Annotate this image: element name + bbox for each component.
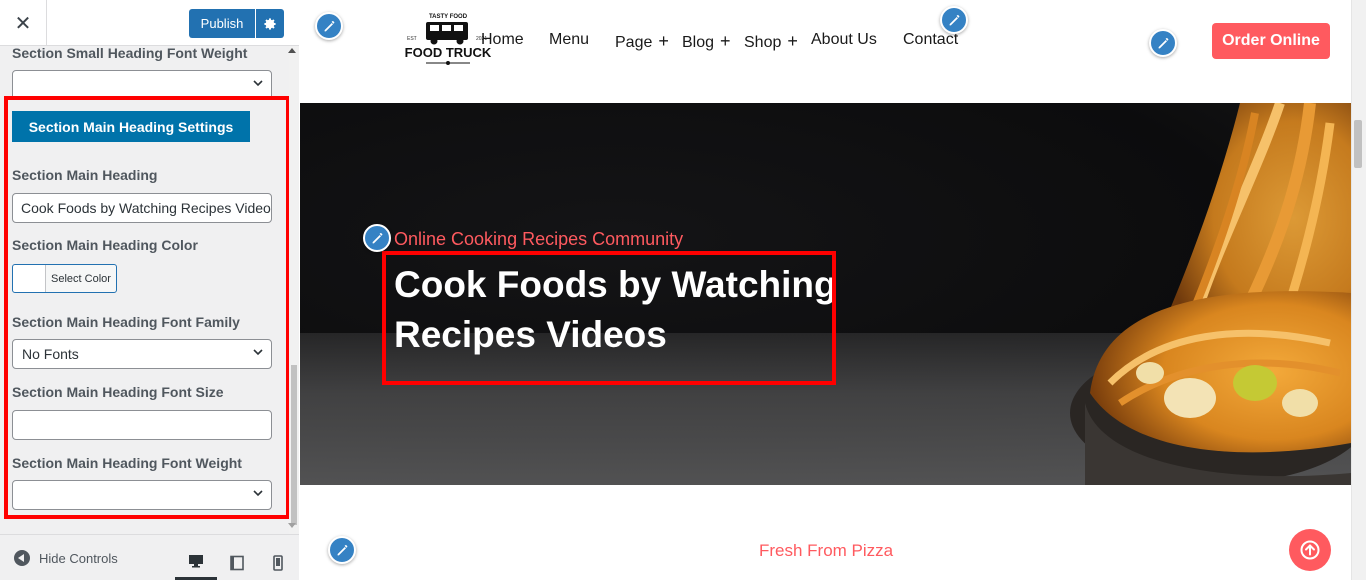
order-online-button[interactable]: Order Online <box>1212 23 1330 59</box>
edit-shortcut-menu[interactable] <box>940 6 968 34</box>
nav-blog[interactable]: Blog + <box>682 31 731 52</box>
color-swatch <box>13 265 46 292</box>
select-color-label: Select Color <box>51 272 111 285</box>
site-preview: TASTY FOOD EST 2021 FOOD TRUCK Home Menu… <box>300 0 1366 580</box>
plus-icon[interactable]: + <box>720 31 731 51</box>
nav-shop-label: Shop <box>744 34 782 51</box>
noodle-bowl-image <box>1070 103 1351 485</box>
nav-about-us[interactable]: About Us <box>811 31 877 49</box>
pencil-icon <box>372 232 382 243</box>
small-heading-font-weight-label: Section Small Heading Font Weight <box>12 46 248 61</box>
scroll-up-arrow-icon[interactable] <box>288 48 296 53</box>
preview-scrollbar-thumb[interactable] <box>1354 120 1362 168</box>
panel-scrollbar-thumb[interactable] <box>291 365 297 525</box>
nav-about-us-label: About Us <box>811 31 877 48</box>
device-tablet-button[interactable] <box>216 545 258 580</box>
pencil-icon <box>949 14 959 25</box>
main-heading-label: Section Main Heading <box>12 167 158 183</box>
small-heading-font-weight-select[interactable] <box>12 70 272 100</box>
nav-page-label: Page <box>615 34 653 51</box>
chevron-down-icon <box>253 80 263 87</box>
arrow-up-icon <box>1300 540 1320 560</box>
main-heading-input[interactable]: Cook Foods by Watching Recipes Videos <box>12 193 272 223</box>
font-size-input[interactable] <box>12 410 272 440</box>
select-color-button[interactable]: Select Color <box>12 264 117 293</box>
nav-home-label: Home <box>481 31 524 48</box>
pencil-icon <box>324 20 334 31</box>
nav-contact[interactable]: Contact <box>903 31 958 49</box>
desktop-icon <box>189 555 203 568</box>
logo-top-text: TASTY FOOD <box>429 14 468 20</box>
nav-page[interactable]: Page + <box>615 31 669 52</box>
device-mobile-button[interactable] <box>257 545 299 580</box>
publish-settings-button[interactable] <box>256 9 284 38</box>
edit-shortcut-logo[interactable] <box>315 12 343 40</box>
nav-menu-label: Menu <box>549 31 590 48</box>
hero-subtitle: Online Cooking Recipes Community <box>394 229 684 249</box>
panel-header: ✕ Publish <box>0 0 299 46</box>
mobile-icon <box>273 555 283 571</box>
hero-banner: Online Cooking Recipes Community Cook Fo… <box>300 103 1351 485</box>
hero-title: Cook Foods by Watching Recipes Videos <box>394 264 837 355</box>
hide-controls-button[interactable]: Hide Controls <box>14 550 118 566</box>
preview-scrollbar[interactable] <box>1351 0 1366 580</box>
pencil-icon <box>337 544 347 555</box>
panel-footer: Hide Controls <box>0 534 299 580</box>
site-header: TASTY FOOD EST 2021 FOOD TRUCK Home Menu… <box>300 0 1351 103</box>
logo-main-text: FOOD TRUCK <box>405 45 492 60</box>
section-main-heading-settings-button[interactable]: Section Main Heading Settings <box>12 111 250 142</box>
font-family-label: Section Main Heading Font Family <box>12 314 240 330</box>
main-heading-color-label: Section Main Heading Color <box>12 237 198 253</box>
nav-blog-label: Blog <box>682 34 715 51</box>
edit-shortcut-order-button[interactable] <box>1149 29 1177 57</box>
publish-button[interactable]: Publish <box>189 9 255 38</box>
gear-icon <box>264 17 276 30</box>
plus-icon[interactable]: + <box>787 31 798 51</box>
device-desktop-button[interactable] <box>175 545 217 580</box>
font-family-select[interactable]: No Fonts <box>12 339 272 369</box>
section-small-heading: Fresh From Pizza <box>759 541 894 560</box>
customizer-panel: ✕ Publish Section Small Heading Font Wei… <box>0 0 299 580</box>
chevron-down-icon <box>253 349 263 356</box>
font-family-value: No Fonts <box>22 346 79 362</box>
close-button[interactable]: ✕ <box>0 0 47 46</box>
scroll-down-arrow-icon[interactable] <box>288 523 296 528</box>
plus-icon[interactable]: + <box>658 31 669 51</box>
scroll-to-top-button[interactable] <box>1289 529 1331 571</box>
customizer-app: ✕ Publish Section Small Heading Font Wei… <box>0 0 1366 580</box>
hide-controls-label: Hide Controls <box>39 550 118 566</box>
font-size-label: Section Main Heading Font Size <box>12 384 224 400</box>
collapse-icon <box>14 550 30 566</box>
edit-shortcut-hero[interactable] <box>363 224 391 252</box>
nav-shop[interactable]: Shop + <box>744 31 798 52</box>
tablet-icon <box>230 555 244 571</box>
edit-shortcut-section[interactable] <box>328 536 356 564</box>
pencil-icon <box>1158 37 1168 48</box>
font-weight-label: Section Main Heading Font Weight <box>12 455 242 471</box>
close-icon: ✕ <box>14 11 32 35</box>
nav-menu[interactable]: Menu <box>549 31 589 49</box>
nav-home[interactable]: Home <box>481 31 524 49</box>
pizza-section: Fresh From Pizza <box>300 485 1351 580</box>
font-weight-select[interactable] <box>12 480 272 510</box>
logo-est-left: EST <box>407 36 417 42</box>
panel-controls[interactable]: Section Small Heading Font Weight Sectio… <box>0 46 299 534</box>
chevron-down-icon <box>253 490 263 497</box>
